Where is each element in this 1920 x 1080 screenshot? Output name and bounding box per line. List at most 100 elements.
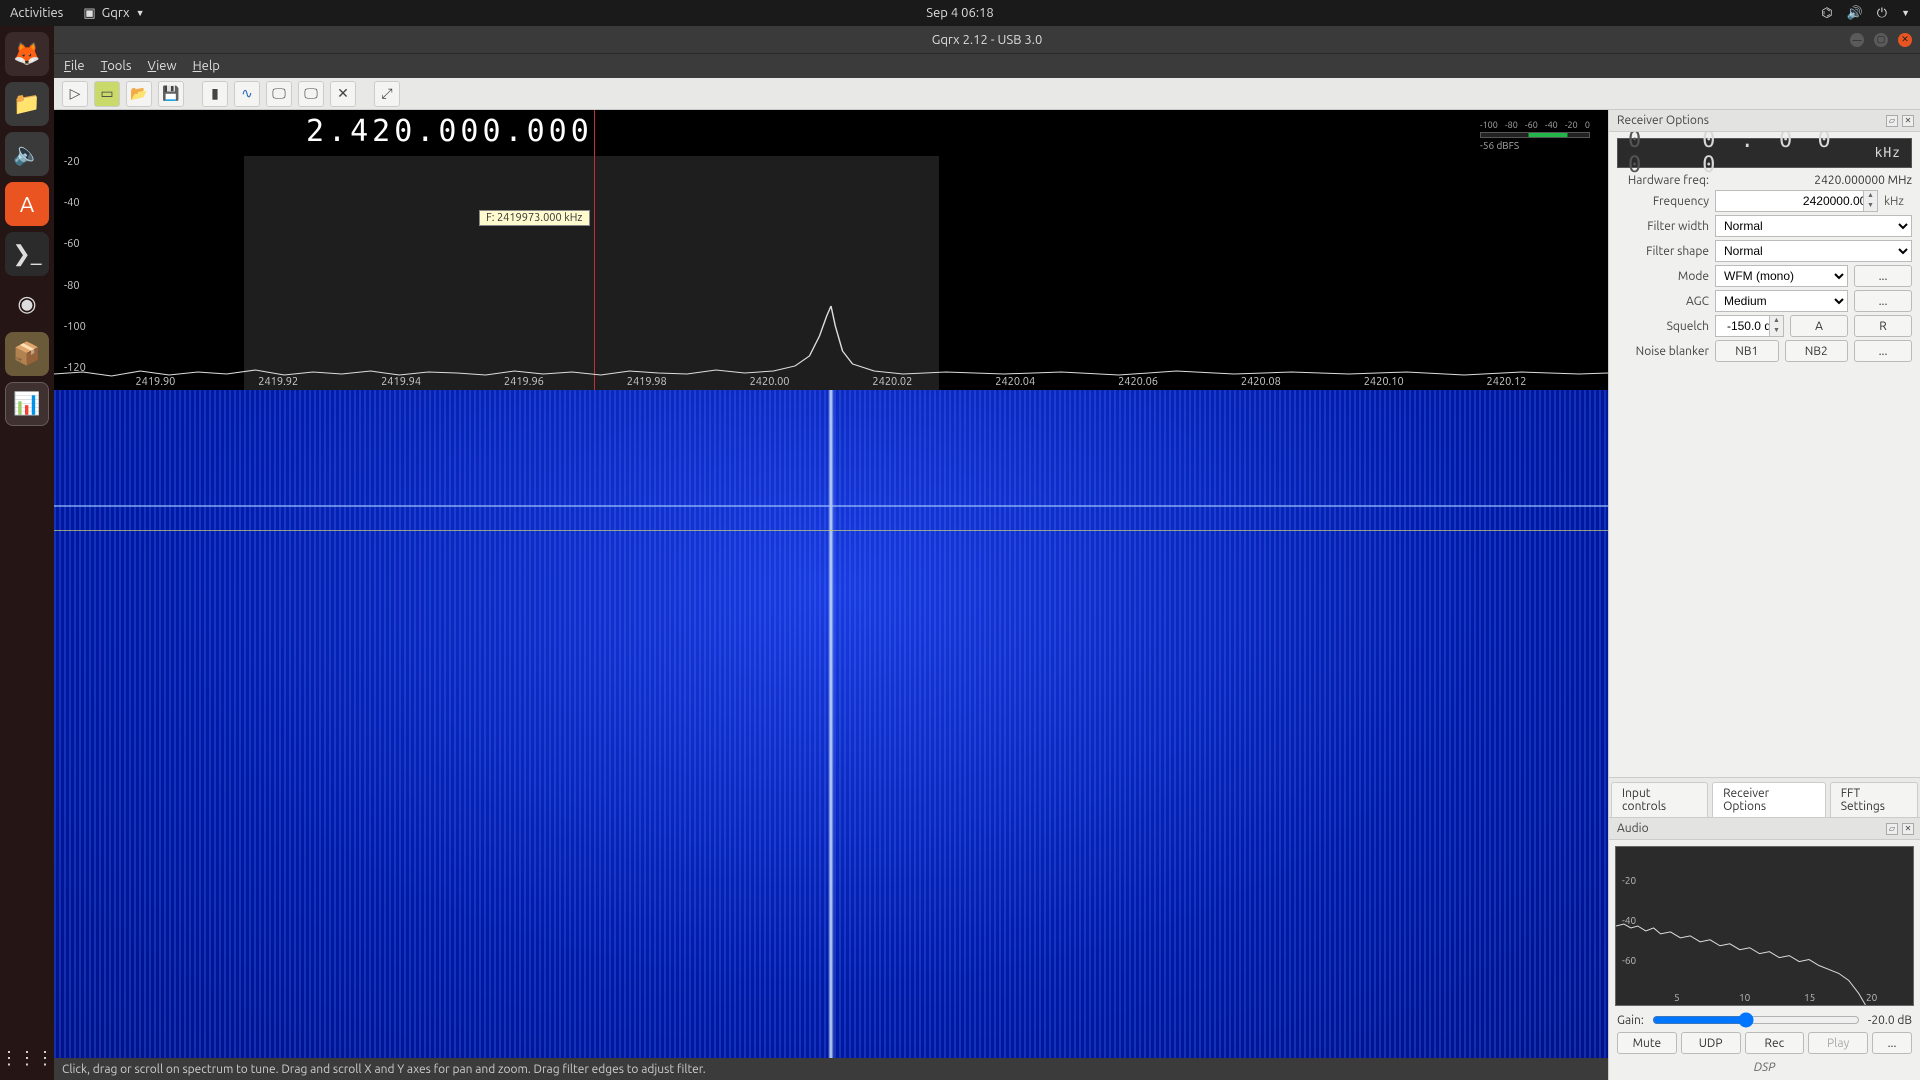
play-button[interactable]: ▷	[62, 81, 88, 107]
fft-plot[interactable]: 2.420.000.000 -100 -80 -60 -40 -20 0 -56…	[54, 110, 1608, 390]
menu-help[interactable]: Help	[193, 59, 220, 73]
dock-chrome[interactable]: ◉	[5, 282, 49, 326]
receiver-tabs: Input controls Receiver Options FFT Sett…	[1609, 777, 1920, 817]
dock-files[interactable]: 📁	[5, 82, 49, 126]
panel-float-icon[interactable]: ▱	[1886, 115, 1898, 127]
offset-frequency-lcd[interactable]: 0 0 0 . 0 0 0 kHz	[1617, 138, 1912, 168]
afsk-button[interactable]: 🖵	[298, 81, 324, 107]
nb-more-button[interactable]: ...	[1854, 340, 1912, 362]
status-hint: Click, drag or scroll on spectrum to tun…	[62, 1063, 706, 1076]
fft-x-axis[interactable]: 2419.90 2419.92 2419.94 2419.96 2419.98 …	[54, 376, 1608, 388]
close-button[interactable]: ✕	[1898, 33, 1912, 47]
screenshot-button[interactable]: 🖵	[266, 81, 292, 107]
open-button[interactable]: 📂	[126, 81, 152, 107]
audio-rec-button[interactable]: Rec	[1745, 1032, 1805, 1054]
chevron-down-icon[interactable]: ▼	[1901, 8, 1910, 18]
audio-udp-button[interactable]: UDP	[1681, 1032, 1741, 1054]
spectrum-column: 2.420.000.000 -100 -80 -60 -40 -20 0 -56…	[54, 110, 1608, 1080]
menu-view[interactable]: View	[147, 59, 176, 73]
chevron-down-icon: ▼	[136, 8, 145, 18]
hardware-freq-label: Hardware freq:	[1617, 174, 1709, 187]
spin-down-icon[interactable]: ▼	[1863, 201, 1877, 211]
dock-archive[interactable]: 📦	[5, 332, 49, 376]
gnome-top-bar: Activities ▣ Gqrx ▼ Sep 4 06:18 ⌬ 🔊 ⏻ ▼	[0, 0, 1920, 26]
dock-rhythmbox[interactable]: 🔈	[5, 132, 49, 176]
gqrx-window: Gqrx 2.12 - USB 3.0 — ▢ ✕ File Tools Vie…	[54, 26, 1920, 1080]
filter-width-label: Filter width	[1617, 220, 1709, 233]
status-bar: Click, drag or scroll on spectrum to tun…	[54, 1058, 1608, 1080]
window-titlebar[interactable]: Gqrx 2.12 - USB 3.0 — ▢ ✕	[54, 26, 1920, 54]
settings-button[interactable]: ✕	[330, 81, 356, 107]
agc-select[interactable]: Medium	[1715, 290, 1848, 312]
audio-mute-button[interactable]: Mute	[1617, 1032, 1677, 1054]
audio-more-button[interactable]: ...	[1872, 1032, 1912, 1054]
tab-input-controls[interactable]: Input controls	[1611, 782, 1708, 817]
dock-apps-grid[interactable]: ⋮⋮⋮	[5, 1036, 49, 1080]
panel-float-icon[interactable]: ▱	[1886, 823, 1898, 835]
bookmarks-button[interactable]: ▮	[202, 81, 228, 107]
network-icon[interactable]: ⌬	[1821, 6, 1832, 21]
dock-firefox[interactable]: 🦊	[5, 32, 49, 76]
spin-down-icon[interactable]: ▼	[1769, 326, 1783, 336]
waterfall-cursor-line	[54, 530, 1608, 531]
dock-software[interactable]: A	[5, 182, 49, 226]
audio-gain-label: Gain:	[1617, 1014, 1644, 1027]
audio-gain-slider[interactable]	[1652, 1012, 1860, 1028]
clock[interactable]: Sep 4 06:18	[926, 6, 993, 20]
menu-file[interactable]: File	[64, 59, 85, 73]
dsp-label: DSP	[1609, 1061, 1920, 1074]
power-icon[interactable]: ⏻	[1877, 6, 1887, 21]
receiver-options-header[interactable]: Receiver Options ▱ ✕	[1609, 110, 1920, 132]
filter-width-select[interactable]: Normal	[1715, 215, 1912, 237]
save-button[interactable]: 💾	[158, 81, 184, 107]
maximize-button[interactable]: ▢	[1874, 33, 1888, 47]
mode-select[interactable]: WFM (mono)	[1715, 265, 1848, 287]
receiver-options-title: Receiver Options	[1617, 114, 1709, 127]
noise-blanker-label: Noise blanker	[1617, 345, 1709, 358]
minimize-button[interactable]: —	[1850, 33, 1864, 47]
dock-terminal[interactable]: ❯_	[5, 232, 49, 276]
tab-receiver-options[interactable]: Receiver Options	[1712, 782, 1826, 817]
audio-panel-header[interactable]: Audio ▱ ✕	[1609, 818, 1920, 840]
app-menu-label: Gqrx	[102, 6, 130, 20]
activities-button[interactable]: Activities	[10, 6, 63, 20]
fft-y-axis[interactable]: -20 -40 -60 -80 -100 -120	[64, 156, 86, 374]
squelch-reset-button[interactable]: R	[1854, 315, 1912, 337]
waterfall-scanline	[54, 505, 1608, 507]
right-panel: Receiver Options ▱ ✕ 0 0 0 . 0 0 0 kHz H…	[1608, 110, 1920, 1080]
device-button[interactable]: ▭	[94, 81, 120, 107]
tuned-frequency-display[interactable]: 2.420.000.000	[306, 114, 593, 149]
audio-trace	[1616, 847, 1913, 1005]
filter-shape-label: Filter shape	[1617, 245, 1709, 258]
hardware-freq-value: 2420.000000 MHz	[1715, 174, 1912, 187]
volume-icon[interactable]: 🔊	[1847, 6, 1863, 21]
audio-title: Audio	[1617, 822, 1649, 835]
dock-system-monitor[interactable]: 📊	[5, 382, 49, 426]
squelch-label: Squelch	[1617, 320, 1709, 333]
panel-close-icon[interactable]: ✕	[1902, 823, 1914, 835]
agc-label: AGC	[1617, 295, 1709, 308]
audio-fft-plot[interactable]: -20 -40 -60 5 10 15 20	[1615, 846, 1914, 1006]
mode-more-button[interactable]: ...	[1854, 265, 1912, 287]
squelch-auto-button[interactable]: A	[1790, 315, 1848, 337]
ubuntu-dock: 🦊 📁 🔈 A ❯_ ◉ 📦 📊 ⋮⋮⋮	[0, 26, 54, 1080]
cursor-tooltip: F: 2419973.000 kHz	[479, 210, 590, 226]
waterfall-plot[interactable]	[54, 390, 1608, 1058]
frequency-label: Frequency	[1617, 195, 1709, 208]
frequency-input[interactable]	[1715, 190, 1878, 212]
nb2-button[interactable]: NB2	[1785, 340, 1849, 362]
menu-tools[interactable]: Tools	[101, 59, 132, 73]
spin-up-icon[interactable]: ▲	[1863, 191, 1877, 201]
tab-fft-settings[interactable]: FFT Settings	[1830, 782, 1918, 817]
signal-meter: -100 -80 -60 -40 -20 0 -56 dBFS	[1480, 120, 1590, 151]
spin-up-icon[interactable]: ▲	[1769, 316, 1783, 326]
agc-more-button[interactable]: ...	[1854, 290, 1912, 312]
fullscreen-button[interactable]: ⤢	[374, 81, 400, 107]
nb1-button[interactable]: NB1	[1715, 340, 1779, 362]
filter-shape-select[interactable]: Normal	[1715, 240, 1912, 262]
app-menu[interactable]: ▣ Gqrx ▼	[83, 6, 144, 21]
iq-tool-button[interactable]: ∿	[234, 81, 260, 107]
audio-play-button[interactable]: Play	[1808, 1032, 1868, 1054]
window-title: Gqrx 2.12 - USB 3.0	[932, 33, 1043, 47]
panel-close-icon[interactable]: ✕	[1902, 115, 1914, 127]
